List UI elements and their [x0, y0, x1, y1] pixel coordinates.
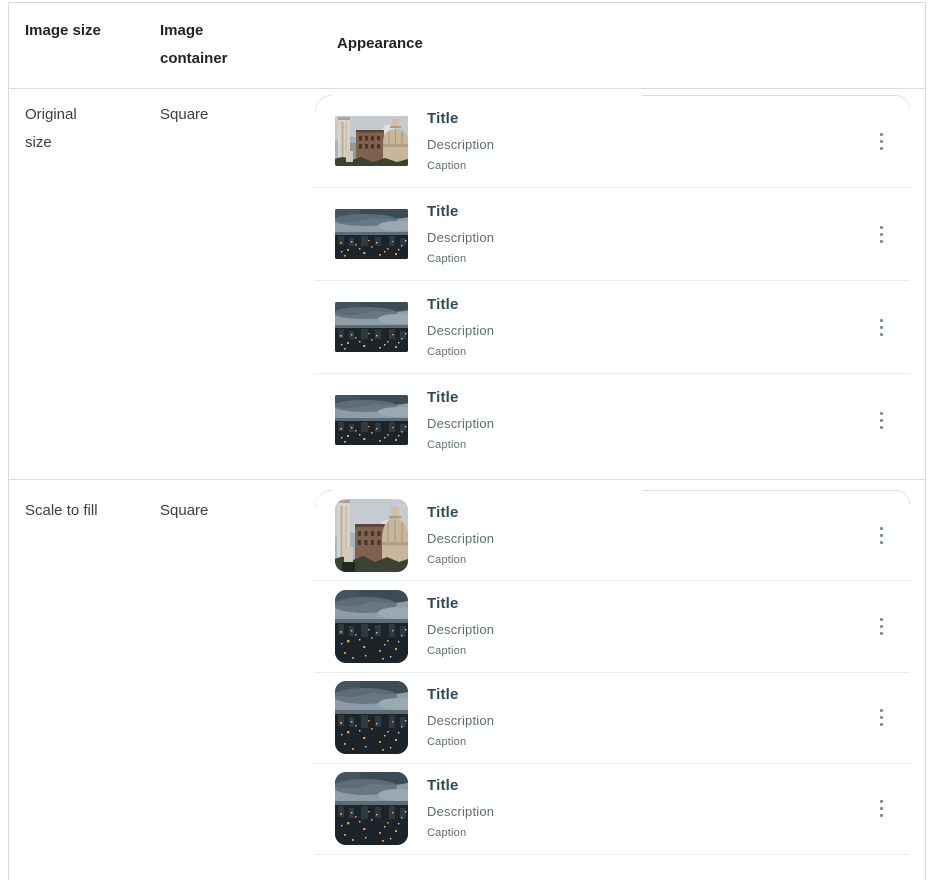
city-photo-thumbnail — [335, 772, 408, 845]
list-item-text: Title Description Caption — [427, 296, 494, 359]
list-item-description: Description — [427, 531, 494, 547]
list-item[interactable]: Title Description Caption — [315, 580, 910, 671]
list-item-title: Title — [427, 296, 494, 314]
city-photo-thumbnail — [335, 590, 408, 663]
cell-image-size: Scale to fill — [9, 480, 160, 880]
column-header-image-size: Image size — [9, 3, 160, 88]
table-row-original-size: Original size Square — [9, 89, 925, 479]
city-photo-thumbnail — [335, 209, 408, 259]
list-item[interactable]: Title Description Caption — [315, 763, 910, 854]
column-header-image-container: Image container — [160, 3, 315, 88]
rome-photo-thumbnail — [335, 116, 408, 166]
column-header-appearance: Appearance — [315, 3, 925, 88]
image-settings-comparison-page: Image size Image container Appearance Or… — [0, 0, 931, 880]
list-item-title: Title — [427, 389, 494, 407]
list-item-title: Title — [427, 595, 494, 613]
list-item-description: Description — [427, 230, 494, 246]
appearance-preview-card: Title Description Caption — [315, 490, 910, 855]
cell-value: Original size — [25, 101, 105, 157]
list-item-text: Title Description Caption — [427, 389, 494, 452]
cell-value: Scale to fill — [25, 502, 98, 519]
kebab-menu-icon[interactable] — [878, 222, 885, 247]
list-item-caption: Caption — [427, 827, 494, 840]
column-header-label: Image size — [25, 22, 101, 39]
cell-value: Square — [160, 502, 208, 519]
list-item-text: Title Description Caption — [427, 777, 494, 840]
kebab-menu-icon[interactable] — [878, 614, 885, 639]
list-item-caption: Caption — [427, 645, 494, 658]
list-item-caption: Caption — [427, 346, 494, 359]
list-item[interactable]: Title Description Caption — [315, 373, 910, 466]
list-item-caption: Caption — [427, 736, 494, 749]
list-item-title: Title — [427, 504, 494, 522]
list-item-title: Title — [427, 110, 494, 128]
list-item-text: Title Description Caption — [427, 110, 494, 173]
cell-value: Square — [160, 106, 208, 123]
kebab-menu-icon[interactable] — [878, 315, 885, 340]
list-item[interactable]: Title Description Caption — [315, 672, 910, 763]
city-photo-thumbnail — [335, 395, 408, 445]
kebab-menu-icon[interactable] — [878, 523, 885, 548]
cell-appearance: Title Description Caption — [315, 89, 925, 479]
list-item-caption: Caption — [427, 253, 494, 266]
list-item-description: Description — [427, 416, 494, 432]
rome-photo-thumbnail — [335, 499, 408, 572]
table-row-scale-to-fill: Scale to fill Square — [9, 479, 925, 880]
table-header-row: Image size Image container Appearance — [9, 3, 925, 89]
list-item-description: Description — [427, 713, 494, 729]
kebab-menu-icon[interactable] — [878, 408, 885, 433]
city-photo-thumbnail — [335, 681, 408, 754]
list-item-description: Description — [427, 323, 494, 339]
appearance-preview-card: Title Description Caption — [315, 95, 910, 466]
kebab-menu-icon[interactable] — [878, 129, 885, 154]
list-item[interactable]: Title Description Caption — [315, 280, 910, 373]
cell-image-container: Square — [160, 480, 315, 880]
settings-table: Image size Image container Appearance Or… — [8, 2, 926, 880]
list-item[interactable]: Title Description Caption — [315, 490, 910, 580]
list-item-text: Title Description Caption — [427, 595, 494, 658]
list-item-caption: Caption — [427, 439, 494, 452]
list-item-description: Description — [427, 137, 494, 153]
list-item-text: Title Description Caption — [427, 686, 494, 749]
list-item-text: Title Description Caption — [427, 203, 494, 266]
cell-image-size: Original size — [9, 89, 160, 479]
list-item-caption: Caption — [427, 160, 494, 173]
list-item-description: Description — [427, 804, 494, 820]
list-item[interactable]: Title Description Caption — [315, 187, 910, 280]
kebab-menu-icon[interactable] — [878, 705, 885, 730]
list-item-title: Title — [427, 686, 494, 704]
list-item-title: Title — [427, 203, 494, 221]
list-item-title: Title — [427, 777, 494, 795]
list-item-text: Title Description Caption — [427, 504, 494, 567]
cell-appearance: Title Description Caption — [315, 480, 925, 880]
kebab-menu-icon[interactable] — [878, 796, 885, 821]
column-header-label: Appearance — [337, 35, 423, 52]
list-item[interactable]: Title Description Caption — [315, 95, 910, 187]
city-photo-thumbnail — [335, 302, 408, 352]
list-item-caption: Caption — [427, 554, 494, 567]
cell-image-container: Square — [160, 89, 315, 479]
list-item-description: Description — [427, 622, 494, 638]
column-header-label: Image container — [160, 17, 240, 73]
